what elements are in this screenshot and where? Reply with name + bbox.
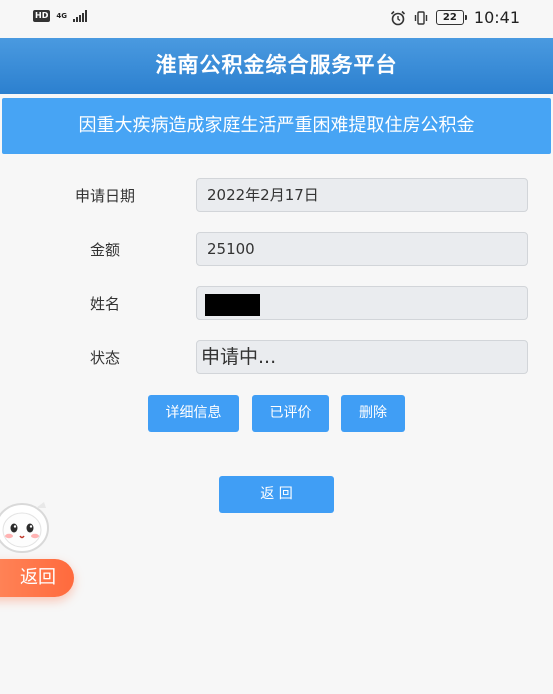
floating-back-button[interactable]: 返回 (0, 559, 74, 597)
form-row-status: 状态 申请中... (0, 340, 553, 376)
app-title: 淮南公积金综合服务平台 (0, 38, 553, 94)
form-row-date: 申请日期 2022年2月17日 (0, 178, 553, 214)
name-label: 姓名 (89, 295, 120, 313)
delete-button[interactable]: 删除 (341, 395, 405, 432)
amount-label: 金额 (89, 241, 120, 259)
status-field: 申请中... (196, 340, 528, 374)
status-label: 状态 (89, 349, 120, 367)
date-field: 2022年2月17日 (196, 178, 528, 212)
alarm-icon (390, 10, 405, 25)
status-left: HD 4G (33, 10, 87, 22)
form-row-name: 姓名 (0, 286, 553, 322)
form-row-amount: 金额 25100 (0, 232, 553, 268)
date-label: 申请日期 (74, 187, 135, 205)
back-button[interactable]: 返 回 (219, 476, 334, 513)
status-time: 10:41 (473, 8, 520, 27)
details-button[interactable]: 详细信息 (148, 395, 239, 432)
amount-field: 25100 (196, 232, 528, 266)
status-bar: HD 4G 22 10:41 (0, 0, 553, 38)
signal-icon (72, 10, 87, 22)
page-subtitle: 因重大疾病造成家庭生活严重困难提取住房公积金 (2, 98, 551, 154)
rated-button[interactable]: 已评价 (252, 395, 329, 432)
battery-icon: 22 (435, 10, 467, 25)
network-type: 4G (56, 12, 67, 20)
mascot-icon[interactable] (0, 498, 52, 568)
status-right: 22 10:41 (390, 8, 520, 27)
redaction-block (205, 294, 260, 316)
vibrate-icon (414, 10, 428, 25)
name-field (196, 286, 528, 320)
hd-badge: HD (33, 10, 51, 22)
